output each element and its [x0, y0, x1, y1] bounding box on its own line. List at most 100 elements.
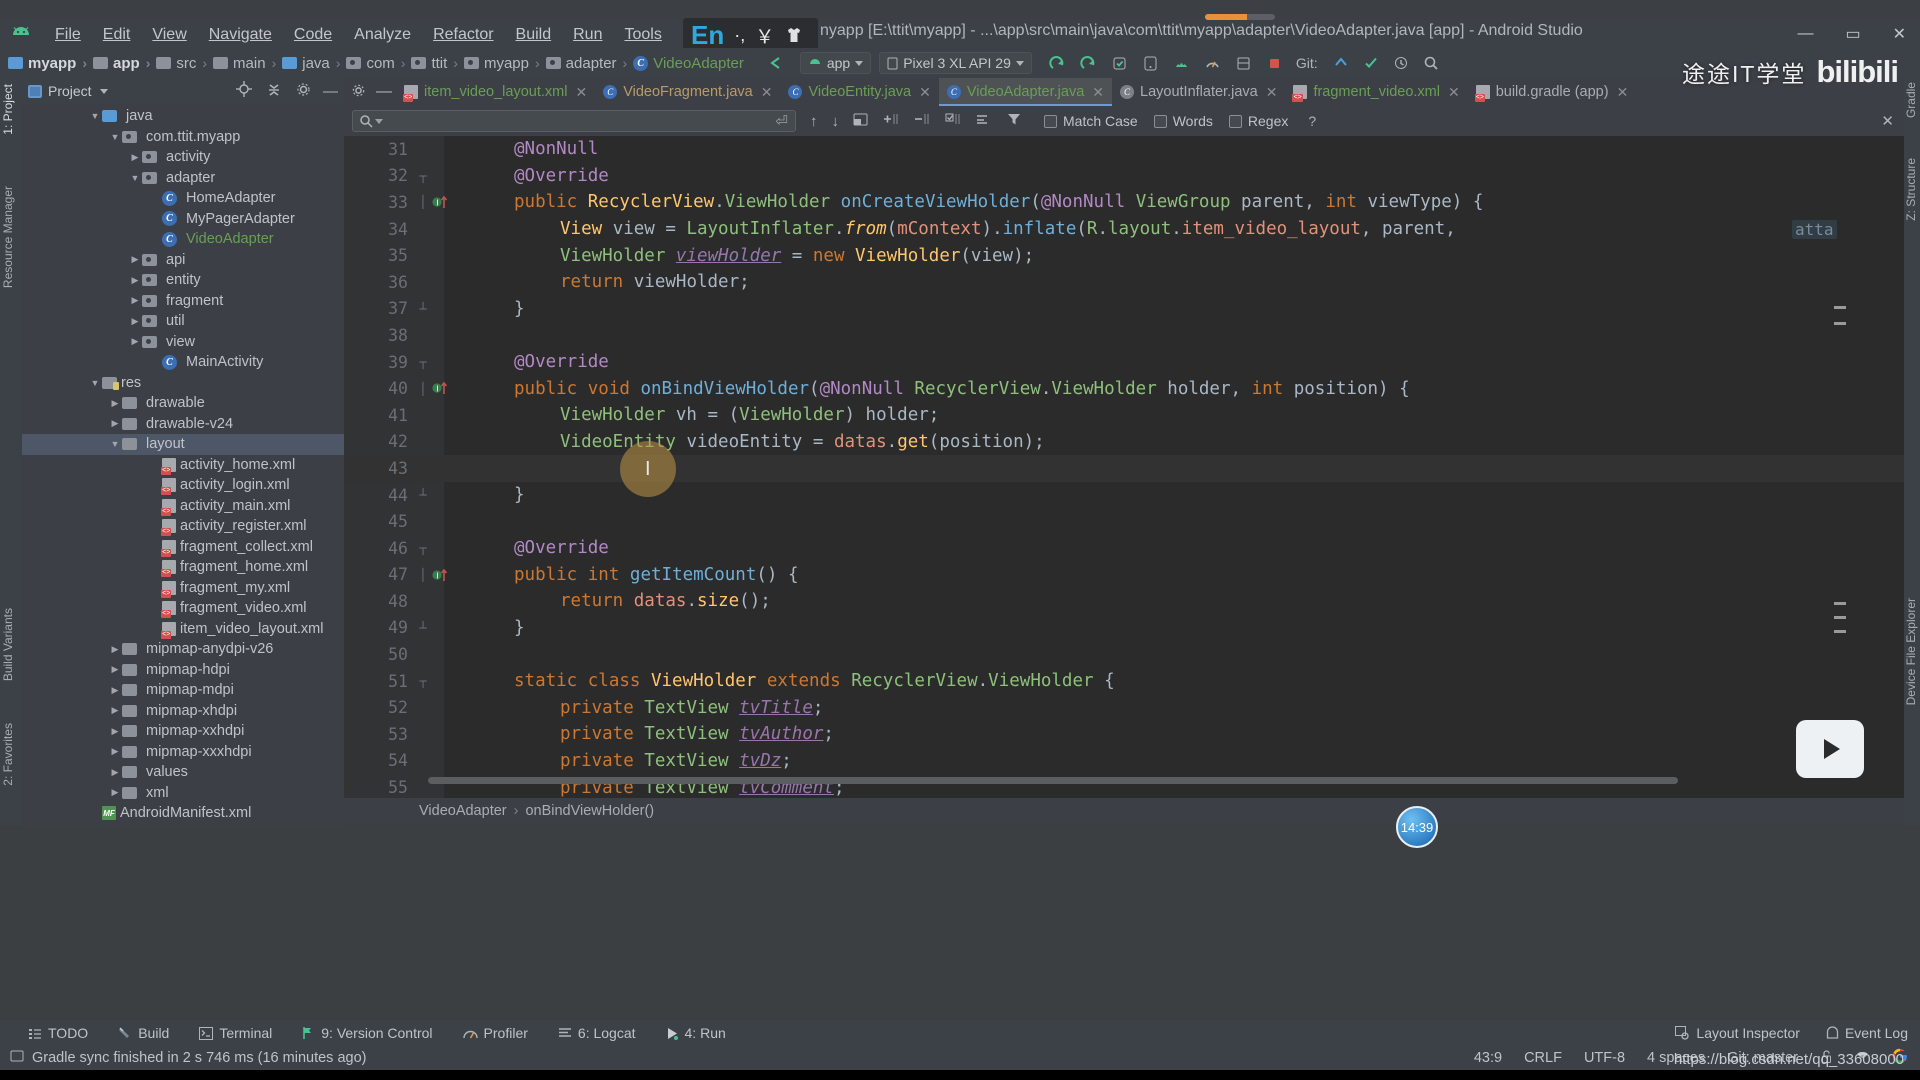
tree-item-activity-register-xml[interactable]: activity_register.xml — [22, 516, 344, 537]
menu-item-refactor[interactable]: Refactor — [422, 23, 504, 47]
code-fold-icon[interactable]: ┬ — [416, 674, 430, 688]
editor-tab-videofragment-java[interactable]: C VideoFragment.java ✕ — [595, 78, 780, 106]
git-commit-button[interactable] — [1356, 53, 1386, 73]
tree-item-mipmap-anydpi-v26[interactable]: ▶ mipmap-anydpi-v26 — [22, 639, 344, 660]
find-help-icon[interactable]: ? — [1308, 113, 1316, 129]
code-content[interactable]: 31 @NonNull 32 ┬ @Override 33 │ Ipublic Recycle… — [344, 136, 1904, 798]
tree-item-adapter[interactable]: ▼ adapter — [22, 168, 344, 189]
sdk-manager-button[interactable] — [1166, 53, 1197, 74]
code-fold-icon[interactable]: ┴ — [416, 488, 430, 502]
shirt-icon[interactable] — [784, 25, 804, 45]
close-tab-icon[interactable]: ✕ — [1092, 84, 1104, 101]
breadcrumb-class[interactable]: VideoAdapter — [419, 803, 507, 819]
code-line-40[interactable]: 40 │ Ipublic void onBindViewHolder(@NonNul… — [344, 375, 1904, 402]
menu-item-edit[interactable]: Edit — [92, 23, 142, 47]
regex-checkbox[interactable]: Regex — [1228, 113, 1288, 129]
tree-item-item-video-layout-xml[interactable]: item_video_layout.xml — [22, 619, 344, 640]
filter-icon[interactable] — [1006, 112, 1022, 131]
project-tree[interactable]: ▼ java ▼ com.ttit.myapp ▶ activity ▼ adapter C Ho… — [22, 104, 344, 826]
run-button[interactable] — [1042, 53, 1073, 74]
chevron-right-icon[interactable]: ▶ — [108, 664, 122, 675]
tree-item-view[interactable]: ▶ view — [22, 332, 344, 353]
sidebar-item-structure[interactable]: Z: Structure — [1904, 158, 1918, 221]
tool-window-terminal[interactable]: Terminal — [199, 1025, 272, 1041]
tool-window-9-version-control[interactable]: 9: Version Control — [302, 1025, 433, 1041]
menu-item-analyze[interactable]: Analyze — [343, 23, 422, 47]
chevron-right-icon[interactable]: ▶ — [108, 418, 122, 429]
hide-editor-icon[interactable]: — — [372, 83, 396, 101]
tree-item-activity-main-xml[interactable]: activity_main.xml — [22, 496, 344, 517]
code-line-50[interactable]: 50 — [344, 641, 1904, 668]
open-in-find-window-icon[interactable] — [853, 113, 868, 130]
code-line-49[interactable]: 49 ┴} — [344, 615, 1904, 642]
ime-currency-toggle[interactable]: ￥ — [755, 22, 774, 49]
stop-button[interactable] — [1259, 53, 1290, 74]
close-tab-icon[interactable]: ✕ — [1617, 84, 1629, 101]
code-line-42[interactable]: 42 VideoEntity videoEntity = datas.get(po… — [344, 429, 1904, 456]
tree-item-fragment-home-xml[interactable]: fragment_home.xml — [22, 557, 344, 578]
breadcrumb-myapp-pkg[interactable]: myapp › — [463, 55, 546, 72]
search-history-icon[interactable]: ⏎ — [775, 112, 788, 130]
code-line-43[interactable]: 43 — [344, 455, 1904, 482]
sidebar-item-gradle[interactable]: Gradle — [1904, 82, 1918, 118]
menu-item-run[interactable]: Run — [562, 23, 613, 47]
code-line-36[interactable]: 36 return viewHolder; — [344, 269, 1904, 296]
sidebar-item-device-file-explorer[interactable]: Device File Explorer — [1904, 598, 1918, 705]
close-find-bar-icon[interactable]: ✕ — [1881, 112, 1894, 130]
menu-item-view[interactable]: View — [141, 23, 197, 47]
code-line-38[interactable]: 38 — [344, 322, 1904, 349]
code-line-46[interactable]: 46 ┬ @Override — [344, 535, 1904, 562]
code-line-53[interactable]: 53 private TextView tvAuthor; — [344, 721, 1904, 748]
tree-item-fragment-collect-xml[interactable]: fragment_collect.xml — [22, 537, 344, 558]
code-line-35[interactable]: 35 ViewHolder viewHolder = new ViewHolder… — [344, 242, 1904, 269]
profiler-button[interactable] — [1197, 53, 1228, 74]
breadcrumb-app[interactable]: app › — [93, 55, 156, 72]
add-occurrence-icon[interactable] — [944, 112, 961, 130]
tree-item-fragment[interactable]: ▶ fragment — [22, 291, 344, 312]
words-checkbox[interactable]: Words — [1153, 113, 1213, 129]
minimize-button[interactable]: — — [1791, 25, 1819, 43]
chevron-right-icon[interactable]: ▶ — [108, 746, 122, 757]
code-fold-icon[interactable]: │ — [416, 568, 430, 582]
breadcrumb-videoadapter[interactable]: C VideoAdapter — [633, 55, 744, 72]
chevron-down-icon[interactable]: ▼ — [128, 173, 142, 183]
chevron-right-icon[interactable]: ▶ — [128, 316, 142, 327]
maximize-button[interactable]: ▭ — [1839, 24, 1866, 44]
tree-item-androidmanifest-xml[interactable]: MF AndroidManifest.xml — [22, 803, 344, 824]
editor-tab-layoutinflater-java[interactable]: C LayoutInflater.java ✕ — [1112, 78, 1285, 106]
code-fold-icon[interactable]: ┬ — [416, 169, 430, 183]
ime-status-widget[interactable]: En ·, ￥ — [683, 18, 818, 52]
breadcrumb-java[interactable]: java › — [282, 55, 346, 72]
collapse-all-icon[interactable] — [266, 81, 282, 101]
breadcrumb-method[interactable]: onBindViewHolder() — [525, 803, 654, 819]
search-input[interactable]: ⏎ — [352, 110, 796, 132]
apply-changes-button[interactable] — [1104, 53, 1135, 74]
tool-window-event-log[interactable]: Event Log — [1826, 1025, 1908, 1041]
menu-item-tools[interactable]: Tools — [613, 23, 672, 47]
chevron-down-icon[interactable]: ▼ — [88, 378, 102, 388]
tree-item-com-ttit-myapp[interactable]: ▼ com.ttit.myapp — [22, 127, 344, 148]
tool-window-layout-inspector[interactable]: Layout Inspector — [1675, 1025, 1800, 1041]
sidebar-item-project[interactable]: 1: Project — [1, 84, 15, 135]
caret-position[interactable]: 43:9 — [1474, 1050, 1502, 1066]
code-line-32[interactable]: 32 ┬ @Override — [344, 163, 1904, 190]
code-editor[interactable]: 31 @NonNull 32 ┬ @Override 33 │ Ipublic Recycle… — [344, 136, 1904, 798]
tree-item-res[interactable]: ▼ res — [22, 373, 344, 394]
code-fold-icon[interactable]: ┬ — [416, 355, 430, 369]
code-line-44[interactable]: 44 ┴} — [344, 482, 1904, 509]
ime-language-label[interactable]: En — [691, 22, 724, 48]
find-previous-icon[interactable]: ↑ — [810, 113, 818, 130]
breadcrumb-main[interactable]: main › — [213, 55, 282, 72]
layout-inspector-button[interactable] — [1228, 53, 1259, 74]
chevron-right-icon[interactable]: ▶ — [108, 726, 122, 737]
tool-window-6-logcat[interactable]: 6: Logcat — [558, 1025, 636, 1041]
tool-window-profiler[interactable]: Profiler — [462, 1025, 528, 1041]
tree-item-mipmap-mdpi[interactable]: ▶ mipmap-mdpi — [22, 680, 344, 701]
code-line-33[interactable]: 33 │ Ipublic RecyclerView.ViewHolder onCre… — [344, 189, 1904, 216]
remove-occurrence-icon[interactable] — [913, 112, 930, 130]
tree-item-java[interactable]: ▼ java — [22, 106, 344, 127]
file-encoding[interactable]: UTF-8 — [1584, 1050, 1625, 1066]
code-line-31[interactable]: 31 @NonNull — [344, 136, 1904, 163]
search-everywhere-button[interactable] — [1416, 53, 1446, 73]
chevron-right-icon[interactable]: ▶ — [128, 336, 142, 347]
